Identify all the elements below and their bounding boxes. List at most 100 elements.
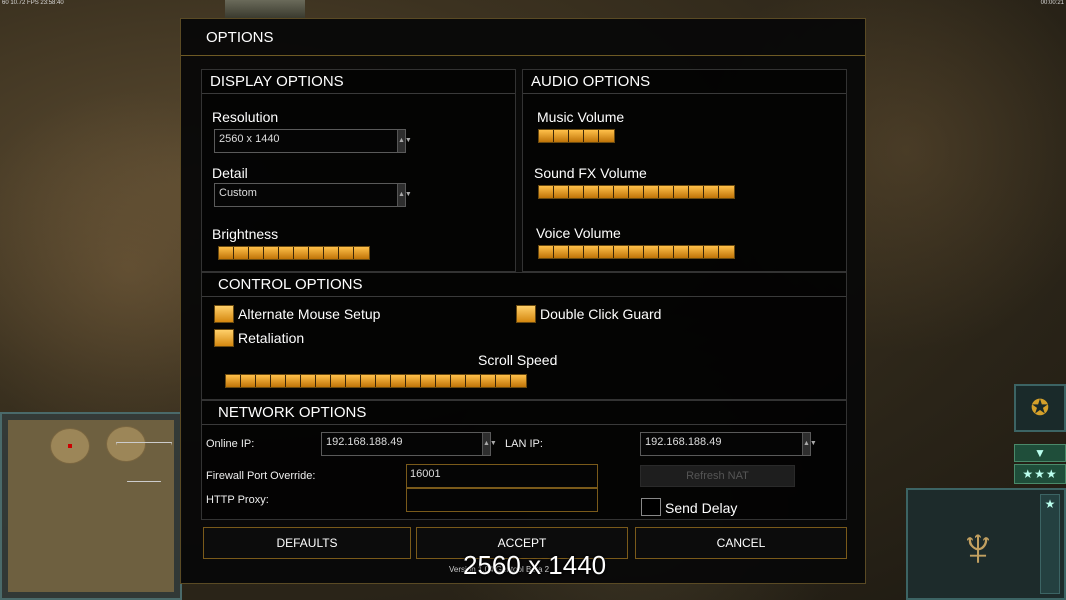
send-delay-checkbox[interactable] [641, 498, 661, 516]
firewall-port-input[interactable]: 16001 [406, 464, 598, 488]
options-dialog: OPTIONS DISPLAY OPTIONS Resolution 2560 … [180, 18, 866, 584]
slider-segment [614, 246, 629, 258]
online-ip-label: Online IP: [206, 438, 255, 450]
fps-readout: 60 10.72 FPS 23:58:40 [2, 0, 64, 6]
slider-segment [584, 130, 599, 142]
slider-segment [309, 247, 324, 259]
slider-segment [496, 375, 511, 387]
rank-eagle-icon[interactable]: ✪ [1014, 384, 1066, 432]
slider-segment [719, 246, 734, 258]
minimap-view-frustum [116, 442, 172, 482]
slider-segment [599, 130, 614, 142]
title-divider [181, 55, 865, 56]
brightness-slider[interactable] [218, 246, 370, 260]
slider-segment [264, 247, 279, 259]
minimap[interactable] [0, 412, 182, 600]
slider-segment [466, 375, 481, 387]
star-icon: ★ [1044, 497, 1056, 511]
scroll-speed-label: Scroll Speed [478, 352, 558, 368]
slider-segment [629, 186, 644, 198]
http-proxy-input[interactable] [406, 488, 598, 512]
slider-segment [234, 247, 249, 259]
alt-mouse-checkbox[interactable] [214, 305, 234, 323]
minimap-unit-marker [68, 444, 72, 448]
alt-mouse-label: Alternate Mouse Setup [238, 306, 381, 322]
slider-segment [331, 375, 346, 387]
dialog-title: OPTIONS [206, 29, 274, 46]
dropdown-arrow-icon[interactable]: ▲▼ [397, 130, 412, 152]
sfx-volume-slider[interactable] [538, 185, 735, 199]
three-stars-icon[interactable]: ★★★ [1014, 464, 1066, 484]
audio-options-section: AUDIO OPTIONS Music Volume Sound FX Volu… [522, 69, 847, 272]
slider-segment [539, 130, 554, 142]
slider-segment [704, 246, 719, 258]
defaults-button[interactable]: DEFAULTS [203, 527, 411, 559]
voice-volume-slider[interactable] [538, 245, 735, 259]
slider-segment [689, 246, 704, 258]
sfx-volume-label: Sound FX Volume [534, 165, 647, 181]
online-ip-select[interactable]: 192.168.188.49 ▲▼ [321, 432, 497, 456]
slider-segment [241, 375, 256, 387]
online-ip-value: 192.168.188.49 [326, 436, 403, 448]
network-options-header: NETWORK OPTIONS [202, 401, 846, 425]
detail-select[interactable]: Custom ▲▼ [214, 183, 412, 207]
slider-segment [539, 246, 554, 258]
retaliation-label: Retaliation [238, 330, 305, 346]
faction-emblem-icon: ♆ [957, 514, 999, 578]
slider-segment [391, 375, 406, 387]
firewall-port-label: Firewall Port Override: [206, 470, 316, 482]
slider-segment [599, 246, 614, 258]
game-timer: 00:00:21 [1040, 0, 1064, 6]
slider-segment [294, 247, 309, 259]
detail-label: Detail [212, 165, 248, 181]
resolution-label: Resolution [212, 109, 279, 125]
slider-segment [629, 246, 644, 258]
dropdown-arrow-icon[interactable]: ▲▼ [397, 184, 412, 206]
chevron-down-icon[interactable]: ▼ [1014, 444, 1066, 462]
slider-segment [659, 186, 674, 198]
slider-segment [346, 375, 361, 387]
http-proxy-label: HTTP Proxy: [206, 494, 269, 506]
slider-segment [689, 186, 704, 198]
slider-segment [376, 375, 391, 387]
slider-segment [554, 130, 569, 142]
voice-volume-label: Voice Volume [536, 225, 621, 241]
slider-segment [436, 375, 451, 387]
command-bar: ♆ ★ [906, 488, 1066, 600]
cancel-button[interactable]: CANCEL [635, 527, 847, 559]
slider-segment [659, 246, 674, 258]
slider-segment [361, 375, 376, 387]
lan-ip-select[interactable]: 192.168.188.49 ▲▼ [640, 432, 817, 456]
slider-segment [226, 375, 241, 387]
lan-ip-value: 192.168.188.49 [645, 436, 722, 448]
slider-segment [406, 375, 421, 387]
dropdown-arrow-icon[interactable]: ▲▼ [802, 433, 817, 455]
display-options-header: DISPLAY OPTIONS [202, 70, 515, 94]
double-click-guard-checkbox[interactable] [516, 305, 536, 323]
double-click-guard-label: Double Click Guard [540, 306, 662, 322]
refresh-nat-button[interactable]: Refresh NAT [640, 465, 795, 487]
slider-segment [554, 186, 569, 198]
minimap-terrain [8, 420, 174, 592]
slider-segment [279, 247, 294, 259]
slider-segment [339, 247, 354, 259]
slider-segment [324, 247, 339, 259]
slider-segment [451, 375, 466, 387]
slider-segment [511, 375, 526, 387]
slider-segment [569, 186, 584, 198]
music-volume-slider[interactable] [538, 129, 615, 143]
scroll-speed-slider[interactable] [225, 374, 527, 388]
slider-segment [644, 186, 659, 198]
dropdown-arrow-icon[interactable]: ▲▼ [482, 433, 497, 455]
resolution-select[interactable]: 2560 x 1440 ▲▼ [214, 129, 412, 153]
command-side-rail[interactable]: ★ [1040, 494, 1060, 594]
slider-segment [481, 375, 496, 387]
retaliation-checkbox[interactable] [214, 329, 234, 347]
resolution-value: 2560 x 1440 [219, 133, 280, 145]
audio-options-header: AUDIO OPTIONS [523, 70, 846, 94]
slider-segment [421, 375, 436, 387]
slider-segment [584, 246, 599, 258]
slider-segment [286, 375, 301, 387]
display-options-section: DISPLAY OPTIONS Resolution 2560 x 1440 ▲… [201, 69, 516, 272]
slider-segment [354, 247, 369, 259]
